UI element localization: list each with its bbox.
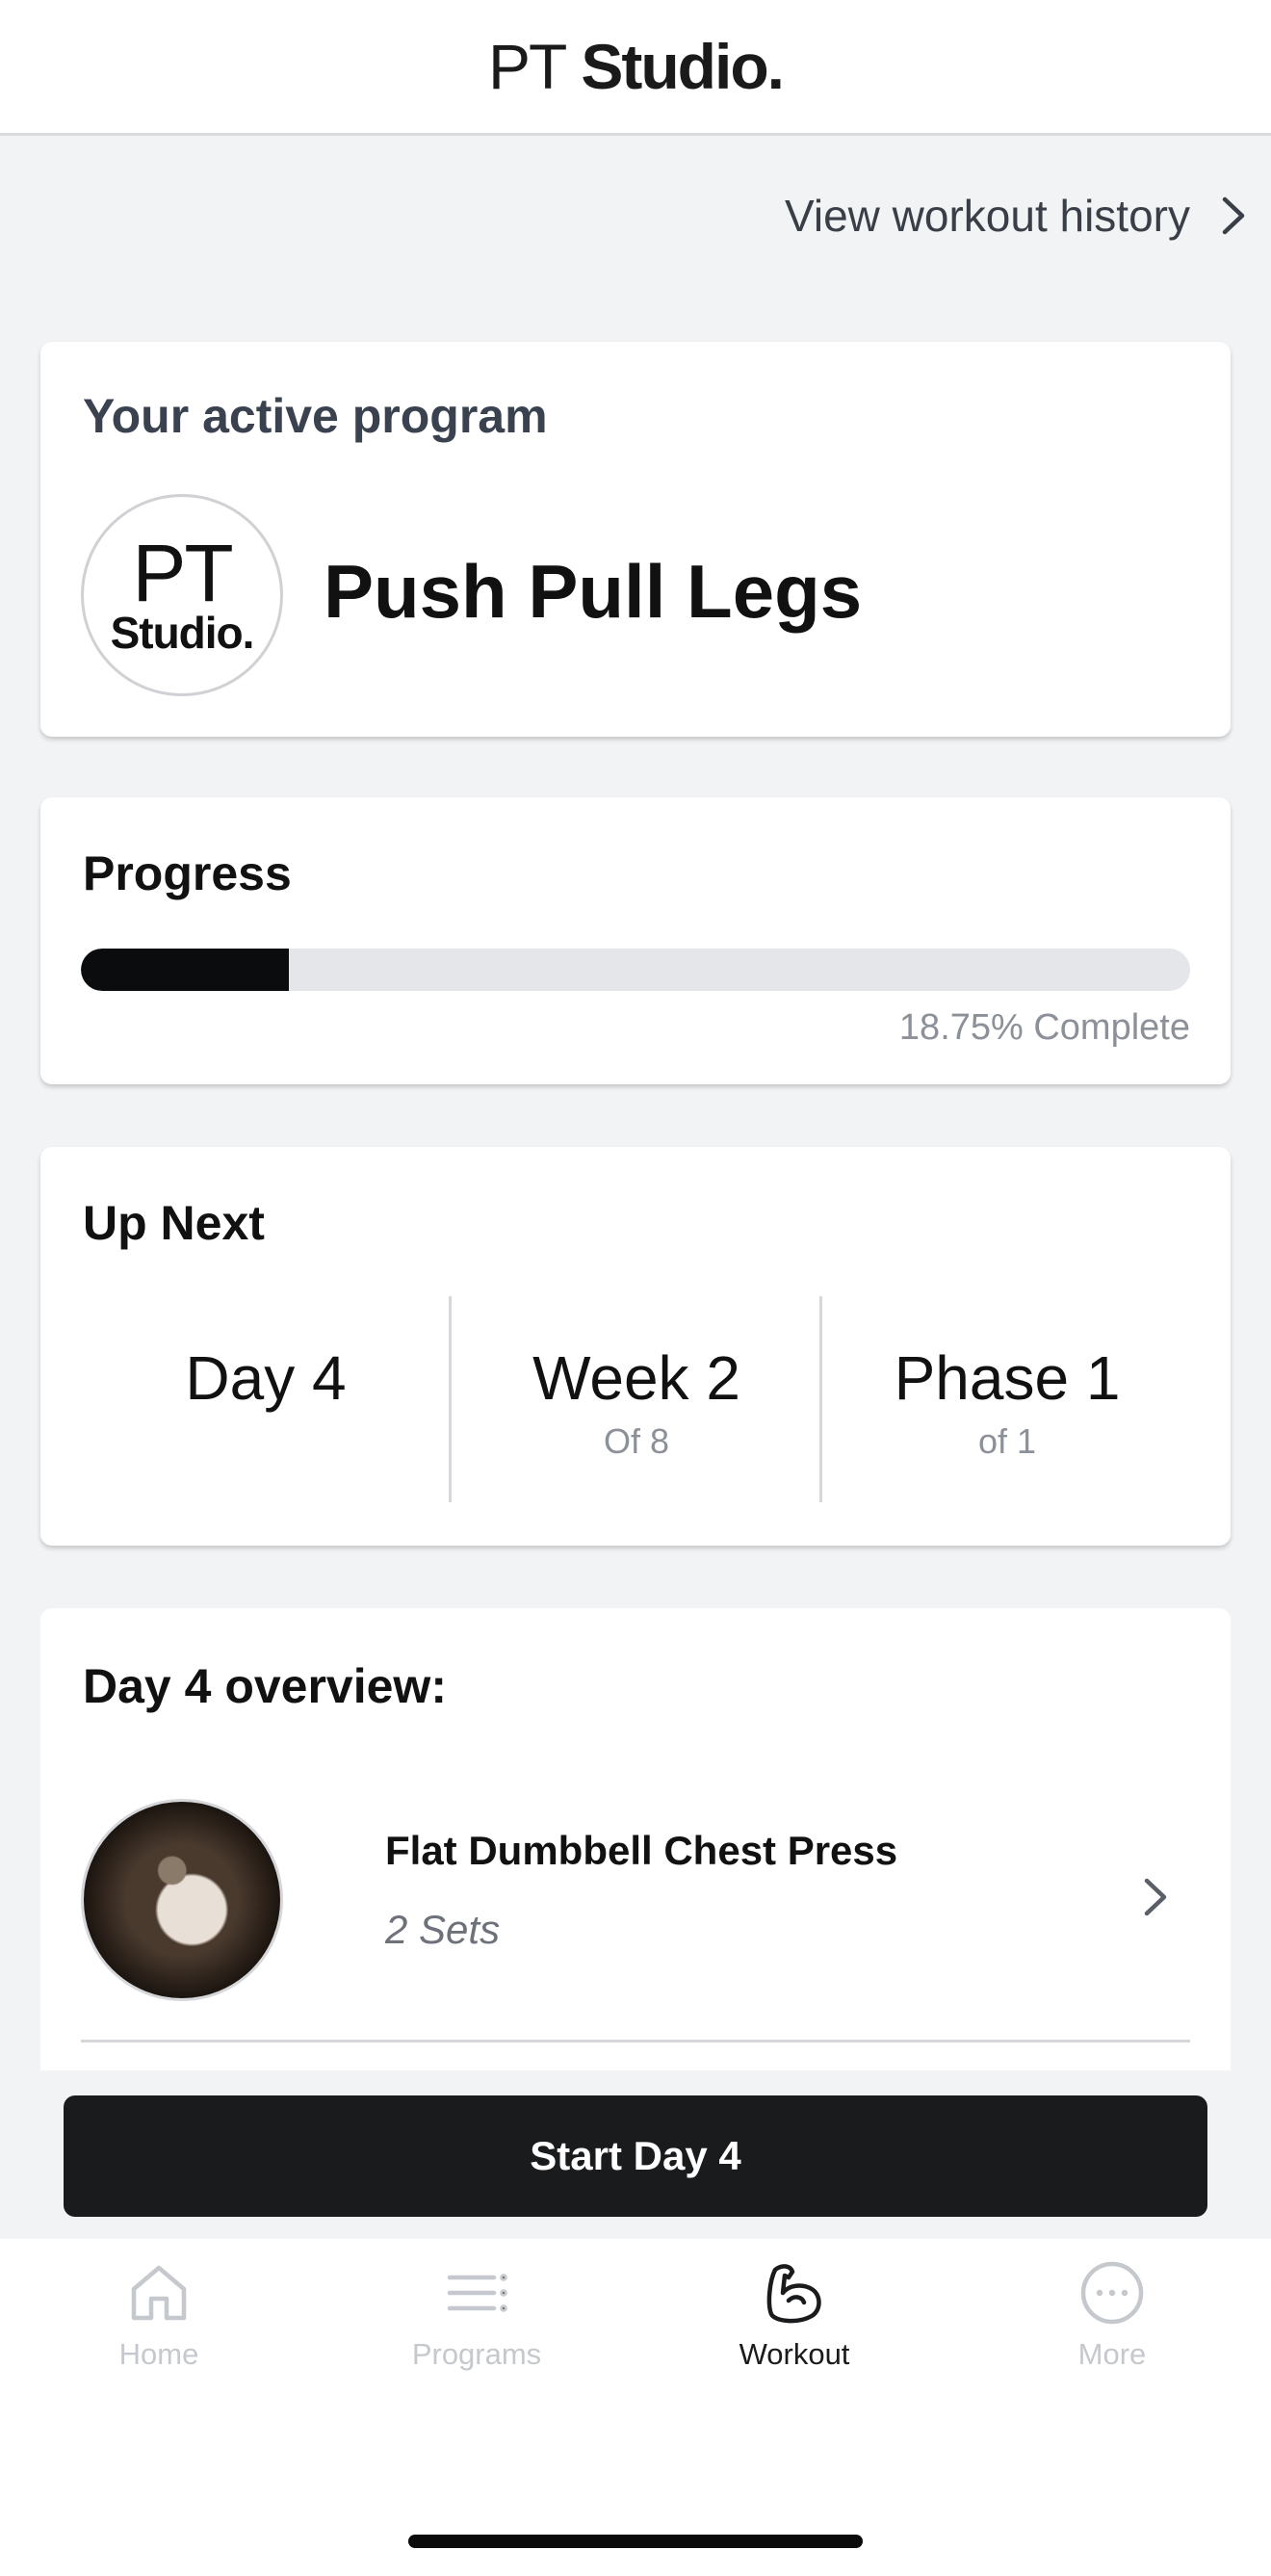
progress-bar-fill — [81, 949, 289, 991]
exercise-thumbnail — [81, 1799, 283, 2001]
up-next-week-value: Week 2 — [532, 1343, 740, 1413]
exercise-sets: 2 Sets — [385, 1907, 501, 1952]
tab-programs-label: Programs — [411, 2337, 542, 2371]
home-icon — [131, 2265, 187, 2321]
tab-more[interactable]: More — [953, 2258, 1271, 2393]
home-indicator — [408, 2535, 863, 2548]
program-logo-pt: PT — [132, 528, 233, 619]
program-logo-studio: Studio. — [110, 608, 255, 659]
row-divider — [81, 2040, 1190, 2043]
bottom-tab-bar: Home Programs Workout More — [0, 2239, 1271, 2576]
up-next-week-sub: Of 8 — [603, 1421, 670, 1461]
active-program-title: Your active program — [83, 389, 548, 443]
exercise-name: Flat Dumbbell Chest Press — [385, 1828, 898, 1873]
program-logo: PT Studio. — [81, 494, 283, 696]
progress-label: 18.75% Complete — [898, 1007, 1190, 1048]
program-name: Push Pull Legs — [324, 549, 863, 634]
progress-bar — [81, 949, 1190, 991]
more-dots-icon — [1080, 2261, 1144, 2325]
flexed-bicep-icon — [766, 2264, 821, 2324]
up-next-card: Up Next Day 4 Week 2 Of 8 Phase 1 of 1 — [40, 1147, 1231, 1546]
tab-home-label: Home — [118, 2337, 199, 2371]
up-next-day-value: Day 4 — [185, 1343, 347, 1413]
day-overview-title: Day 4 overview: — [83, 1659, 447, 1713]
start-day-button[interactable]: Start Day 4 — [64, 2095, 1207, 2217]
tab-workout-label: Workout — [739, 2337, 850, 2371]
progress-card: Progress 18.75% Complete — [40, 797, 1231, 1084]
tab-workout[interactable]: Workout — [636, 2258, 953, 2393]
up-next-phase-sub: of 1 — [977, 1421, 1037, 1461]
brand-studio: Studio. — [581, 31, 785, 102]
tab-programs[interactable]: Programs — [318, 2258, 636, 2393]
progress-title: Progress — [83, 846, 292, 900]
chevron-right-icon — [1222, 196, 1245, 235]
up-next-phase: Phase 1 of 1 — [822, 1296, 1192, 1502]
up-next-phase-value: Phase 1 — [894, 1343, 1121, 1413]
chevron-right-icon — [1144, 1878, 1167, 1916]
day-overview-card: Day 4 overview: Flat Dumbbell Chest Pres… — [40, 1608, 1231, 2070]
active-program-card[interactable]: Your active program PT Studio. Push Pull… — [40, 342, 1231, 737]
up-next-week: Week 2 Of 8 — [452, 1296, 821, 1502]
exercise-row[interactable]: Flat Dumbbell Chest Press 2 Sets — [81, 1799, 1190, 2007]
up-next-title: Up Next — [83, 1196, 265, 1250]
view-workout-history-link[interactable]: View workout history — [785, 183, 1250, 248]
history-link-label: View workout history — [785, 191, 1190, 241]
list-icon — [447, 2274, 507, 2312]
tab-home[interactable]: Home — [0, 2258, 318, 2393]
brand-logo: PT Studio. — [488, 35, 785, 98]
up-next-day: Day 4 — [81, 1296, 451, 1502]
brand-pt: PT — [488, 31, 567, 102]
app-header: PT Studio. — [0, 0, 1271, 136]
tab-more-label: More — [1077, 2337, 1147, 2371]
